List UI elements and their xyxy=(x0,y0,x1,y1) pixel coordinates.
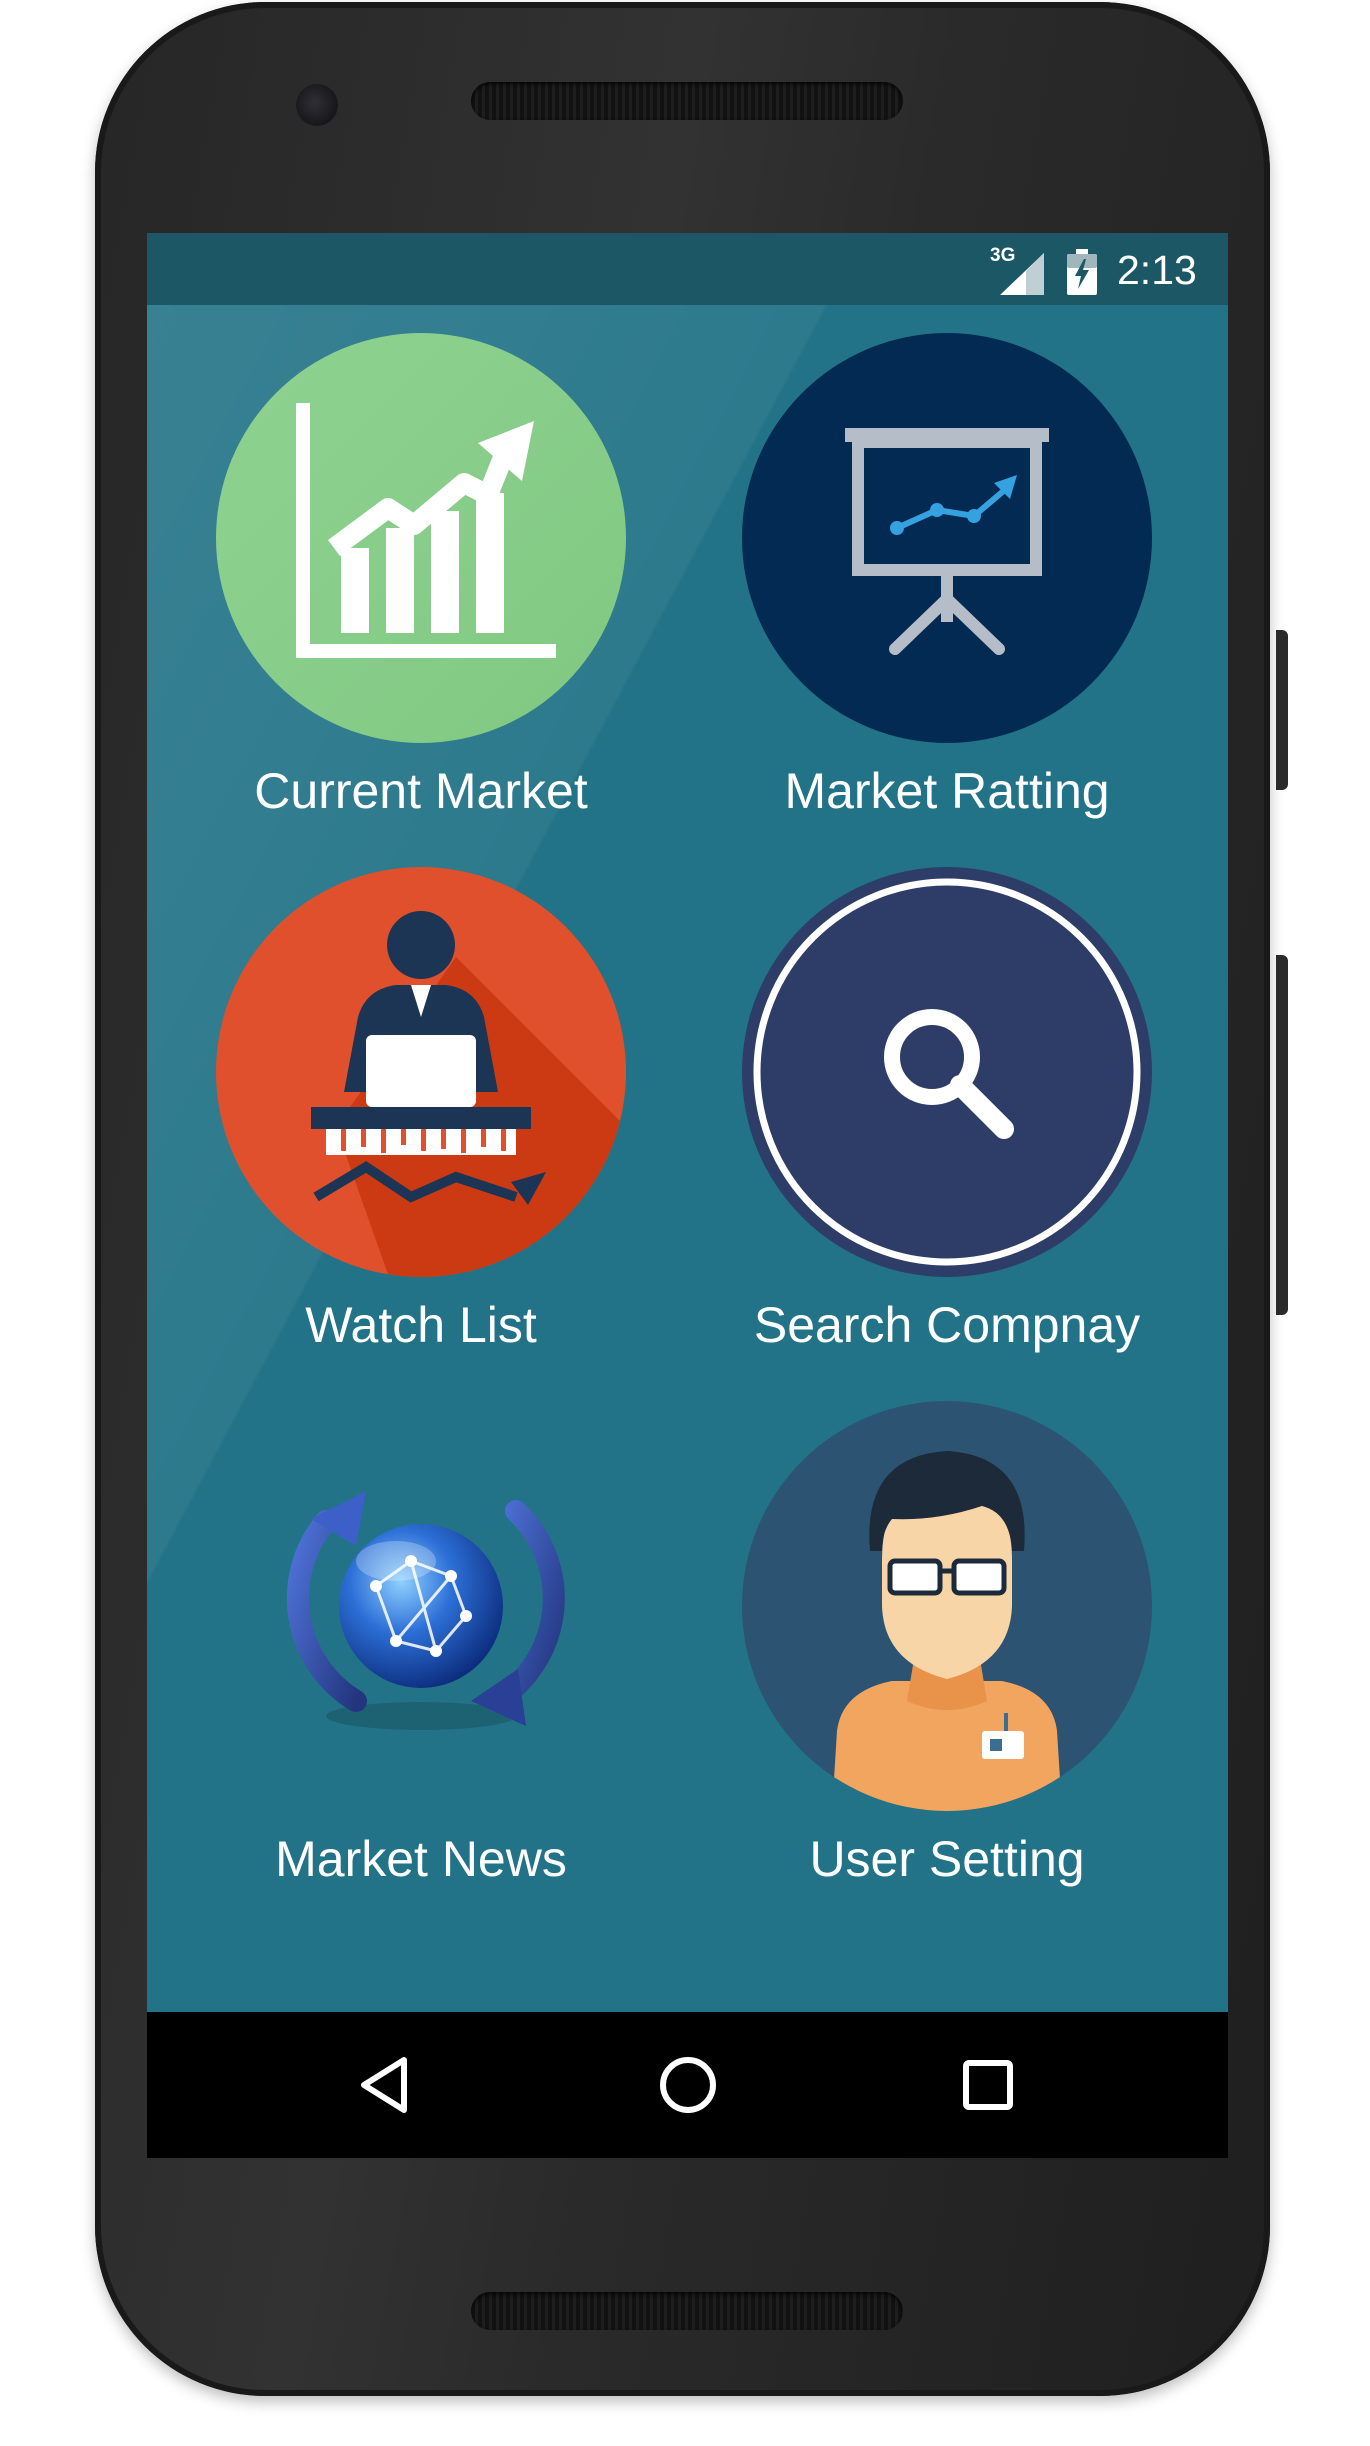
recents-button[interactable] xyxy=(953,2050,1023,2120)
growth-chart-icon xyxy=(216,333,626,743)
home-button[interactable] xyxy=(653,2050,723,2120)
status-clock: 2:13 xyxy=(1117,247,1197,293)
volume-button xyxy=(1276,630,1288,790)
menu-item-label: User Setting xyxy=(809,1831,1085,1887)
recents-icon xyxy=(963,2060,1013,2110)
signal-icon xyxy=(1000,253,1044,295)
power-button xyxy=(1276,955,1288,1315)
back-icon xyxy=(361,2057,407,2113)
trader-desk-icon xyxy=(216,867,626,1277)
home-icon xyxy=(660,2057,716,2113)
app-screen: 3G 2:13 Current Market Market Ratting Wa… xyxy=(147,233,1228,2158)
menu-item-label: Watch List xyxy=(305,1297,537,1353)
menu-item-market-news[interactable]: Market News xyxy=(161,1391,681,1911)
menu-item-watch-list[interactable]: Watch List xyxy=(161,857,681,1377)
front-camera xyxy=(296,84,338,126)
back-button[interactable] xyxy=(352,2050,422,2120)
menu-item-label: Search Compnay xyxy=(753,1297,1141,1353)
magnifier-icon xyxy=(742,867,1152,1277)
status-bar: 3G 2:13 xyxy=(147,233,1228,305)
battery-charging-icon xyxy=(1067,249,1097,295)
menu-item-current-market[interactable]: Current Market xyxy=(161,323,681,843)
presentation-board-icon xyxy=(742,333,1152,743)
menu-item-search-company[interactable]: Search Compnay xyxy=(687,857,1207,1377)
menu-item-market-ratting[interactable]: Market Ratting xyxy=(687,323,1207,843)
menu-item-label: Current Market xyxy=(254,763,588,819)
bottom-speaker xyxy=(471,2292,903,2330)
globe-refresh-icon xyxy=(216,1401,626,1811)
menu-item-user-setting[interactable]: User Setting xyxy=(687,1391,1207,1911)
user-avatar-icon xyxy=(742,1401,1152,1811)
menu-item-label: Market Ratting xyxy=(784,763,1110,819)
menu-item-label: Market News xyxy=(275,1831,567,1887)
navigation-bar xyxy=(147,2012,1228,2158)
earpiece-speaker xyxy=(471,82,903,120)
